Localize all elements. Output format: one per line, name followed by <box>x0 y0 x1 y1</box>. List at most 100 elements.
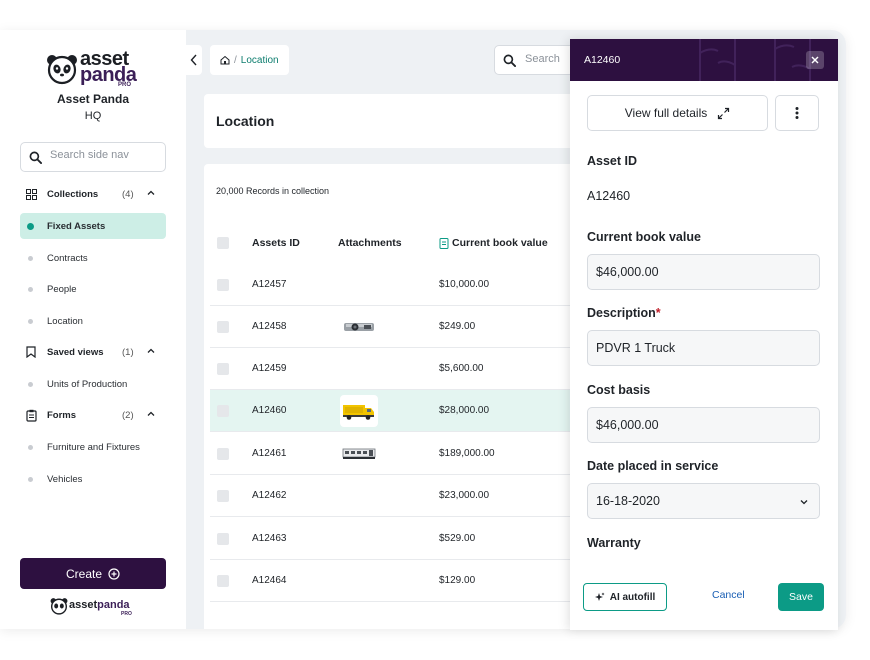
row-checkbox[interactable] <box>217 448 229 460</box>
sidebar-item-people[interactable]: People <box>20 276 166 302</box>
cost-basis-text: $46,000.00 <box>596 418 659 432</box>
projector-thumbnail[interactable] <box>340 311 378 343</box>
more-options-button[interactable] <box>775 95 819 131</box>
nav-section-label: Forms <box>47 409 77 421</box>
date-placed-in-service-text: 16-18-2020 <box>596 494 660 508</box>
column-header-current-book-value[interactable]: Current book value <box>439 237 548 249</box>
breadcrumb-separator: / <box>234 54 237 66</box>
column-header-assets-id[interactable]: Assets ID <box>252 237 300 249</box>
table-row[interactable]: A12459 $5,600.00 <box>210 348 604 390</box>
bullet-icon <box>28 476 33 482</box>
current-book-value-label: Current book value <box>587 230 701 244</box>
select-all-checkbox[interactable] <box>217 237 229 249</box>
ai-autofill-label: AI autofill <box>609 591 656 603</box>
chevron-up-icon[interactable] <box>146 346 156 356</box>
ai-autofill-button[interactable]: AI autofill <box>583 583 667 611</box>
clipboard-icon <box>24 408 38 422</box>
home-icon[interactable] <box>220 55 230 65</box>
trailer-thumbnail[interactable] <box>340 438 378 470</box>
current-book-value-text: $46,000.00 <box>596 265 659 279</box>
row-checkbox[interactable] <box>217 321 229 333</box>
panel-header: A12460 <box>570 39 838 81</box>
nav-section-forms[interactable]: Forms (2) <box>20 403 166 427</box>
book-value-cell: $28,000.00 <box>439 405 490 416</box>
close-icon <box>811 56 819 64</box>
page-title: Location <box>216 113 275 129</box>
asset-id-label: Asset ID <box>587 154 638 168</box>
sidebar-item-units-of-production[interactable]: Units of Production <box>20 371 166 397</box>
sidebar-item-fixed-assets[interactable]: Fixed Assets <box>20 213 166 239</box>
book-value-cell: $529.00 <box>439 533 476 544</box>
breadcrumb-current[interactable]: Location <box>241 55 279 66</box>
asset-table: 20,000 Records in collection Assets ID A… <box>204 164 604 629</box>
table-row[interactable]: A12458 $249.00 <box>210 306 604 348</box>
book-value-cell: $5,600.00 <box>439 363 484 374</box>
bullet-icon <box>28 286 33 292</box>
row-checkbox[interactable] <box>217 575 229 587</box>
current-book-value-field[interactable]: $46,000.00 <box>587 254 820 290</box>
sidebar-item-vehicles[interactable]: Vehicles <box>20 466 166 492</box>
book-value-cell: $10,000.00 <box>439 279 490 290</box>
bottom-logo: assetpanda PRO <box>50 596 140 617</box>
truck-thumbnail[interactable] <box>340 395 378 427</box>
sidebar-item-label: Units of Production <box>47 378 128 390</box>
panda-logo-icon <box>50 598 68 615</box>
collapse-sidebar-button[interactable] <box>186 45 202 75</box>
chevron-down-icon <box>800 500 808 505</box>
asset-panda-logo[interactable]: asset panda PRO <box>46 49 142 91</box>
document-icon <box>439 237 449 249</box>
panel-title: A12460 <box>584 54 621 66</box>
logo-pro-badge: PRO <box>118 82 132 88</box>
book-value-cell: $249.00 <box>439 321 476 332</box>
chevron-left-icon <box>190 54 197 66</box>
table-row[interactable]: A12461 $189,000.00 <box>210 433 604 475</box>
row-checkbox[interactable] <box>217 533 229 545</box>
sidebar-item-label: Contracts <box>47 252 88 264</box>
sidebar-item-contracts[interactable]: Contracts <box>20 245 166 271</box>
asset-id-cell: A12462 <box>252 490 287 501</box>
row-checkbox[interactable] <box>217 490 229 502</box>
create-button[interactable]: Create <box>20 558 166 589</box>
asset-id-cell: A12463 <box>252 533 287 544</box>
description-text: PDVR 1 Truck <box>596 341 676 355</box>
sidebar-item-furniture-and-fixtures[interactable]: Furniture and Fixtures <box>20 434 166 460</box>
cancel-button[interactable]: Cancel <box>712 589 745 601</box>
table-row[interactable]: A12464 $129.00 <box>210 560 604 602</box>
row-checkbox[interactable] <box>217 405 229 417</box>
bullet-icon <box>28 381 33 387</box>
nav-section-saved-views[interactable]: Saved views (1) <box>20 340 166 364</box>
asset-id-cell: A12457 <box>252 279 287 290</box>
side-nav-search-input[interactable] <box>50 149 160 161</box>
nav-section-count: (2) <box>122 409 134 421</box>
date-placed-in-service-label: Date placed in service <box>587 459 719 473</box>
date-placed-in-service-select[interactable]: 16-18-2020 <box>587 483 820 519</box>
bottom-logo-badge: PRO <box>121 611 132 617</box>
table-row[interactable]: A12463 $529.00 <box>210 518 604 560</box>
required-marker: * <box>655 306 661 320</box>
nav-section-collections[interactable]: Collections (4) <box>20 182 166 206</box>
chevron-up-icon[interactable] <box>146 188 156 198</box>
asset-id-cell: A12464 <box>252 575 287 586</box>
sidebar-item-label: People <box>47 283 77 295</box>
bullet-icon <box>28 318 33 324</box>
bottom-logo-text: assetpanda <box>69 599 130 611</box>
close-panel-button[interactable] <box>806 51 824 69</box>
asset-id-cell: A12461 <box>252 448 287 459</box>
search-icon <box>29 151 42 164</box>
view-full-details-button[interactable]: View full details <box>587 95 768 131</box>
save-button[interactable]: Save <box>778 583 824 611</box>
search-icon <box>503 54 516 67</box>
record-count: 20,000 Records in collection <box>216 186 330 196</box>
chevron-up-icon[interactable] <box>146 409 156 419</box>
sidebar-item-location[interactable]: Location <box>20 308 166 334</box>
grid-icon <box>24 187 38 201</box>
cost-basis-field[interactable]: $46,000.00 <box>587 407 820 443</box>
description-field[interactable]: PDVR 1 Truck <box>587 330 820 366</box>
row-checkbox[interactable] <box>217 279 229 291</box>
row-checkbox[interactable] <box>217 363 229 375</box>
table-row[interactable]: A12462 $23,000.00 <box>210 475 604 517</box>
table-row[interactable]: A12457 $10,000.00 <box>210 264 604 306</box>
side-nav-search[interactable] <box>20 142 166 172</box>
table-row-selected[interactable]: A12460 $28,000.00 <box>210 390 604 432</box>
column-header-attachments[interactable]: Attachments <box>338 237 402 249</box>
